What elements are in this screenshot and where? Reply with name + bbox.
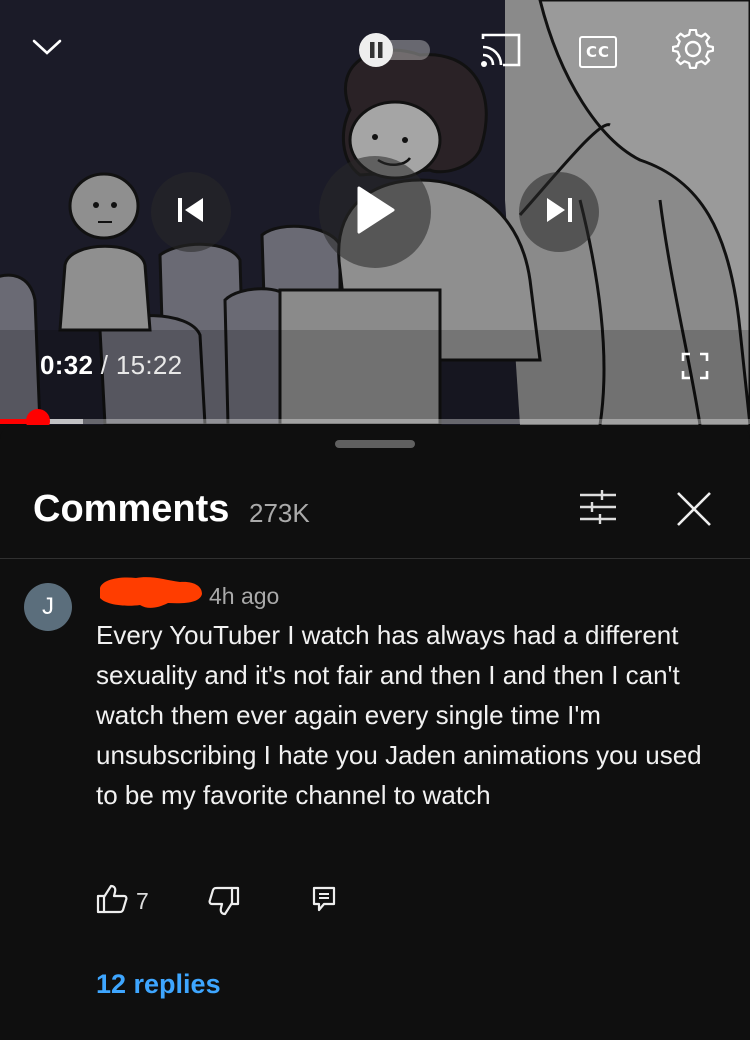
close-icon [675, 490, 713, 533]
filter-button[interactable] [576, 489, 620, 529]
like-button[interactable] [94, 883, 130, 919]
avatar[interactable]: J [24, 583, 72, 631]
author-name-redaction [100, 577, 202, 608]
reply-icon [312, 886, 336, 917]
view-replies-link[interactable]: 12 replies [96, 969, 221, 1000]
progress-bar[interactable] [0, 419, 750, 424]
captions-icon: CC [579, 36, 617, 68]
time-separator: / [93, 350, 116, 380]
comment-text: Every YouTuber I watch has always had a … [96, 620, 702, 810]
comment-timestamp: 4h ago [209, 583, 280, 609]
cast-button[interactable] [478, 32, 524, 72]
drag-handle[interactable] [335, 440, 415, 448]
fullscreen-button[interactable] [676, 349, 714, 387]
autoplay-toggle[interactable] [356, 32, 432, 73]
next-button[interactable] [519, 172, 599, 252]
thumbs-up-icon [96, 884, 128, 919]
previous-button[interactable] [151, 172, 231, 252]
play-icon [355, 186, 395, 239]
header-divider [0, 558, 750, 559]
duration: 15:22 [115, 350, 183, 380]
autoplay-toggle-icon [356, 32, 432, 73]
reply-button[interactable] [308, 885, 340, 917]
close-button[interactable] [672, 489, 716, 533]
skip-next-icon [544, 197, 574, 228]
filter-sliders-icon [578, 489, 618, 529]
like-count: 7 [136, 888, 149, 914]
gear-icon [671, 28, 715, 76]
thumbs-down-icon [208, 886, 240, 921]
captions-button[interactable]: CC [577, 32, 619, 72]
cast-icon [479, 31, 523, 74]
fullscreen-icon [681, 352, 709, 385]
chevron-down-icon [32, 38, 62, 61]
settings-button[interactable] [670, 28, 716, 76]
progress-scrubber[interactable] [25, 409, 50, 425]
comments-sheet: Comments 273K J 4h ago Every YouTuber I … [0, 425, 750, 1040]
dislike-button[interactable] [206, 885, 242, 921]
minimize-button[interactable] [28, 30, 66, 68]
comments-title: Comments [33, 488, 230, 530]
skip-previous-icon [176, 197, 206, 228]
video-player[interactable]: CC 0:32 / 15:22 [0, 0, 750, 425]
comments-count: 273K [249, 498, 310, 528]
time-display: 0:32 / 15:22 [40, 350, 182, 381]
current-time: 0:32 [40, 350, 94, 380]
play-button[interactable] [319, 156, 431, 268]
